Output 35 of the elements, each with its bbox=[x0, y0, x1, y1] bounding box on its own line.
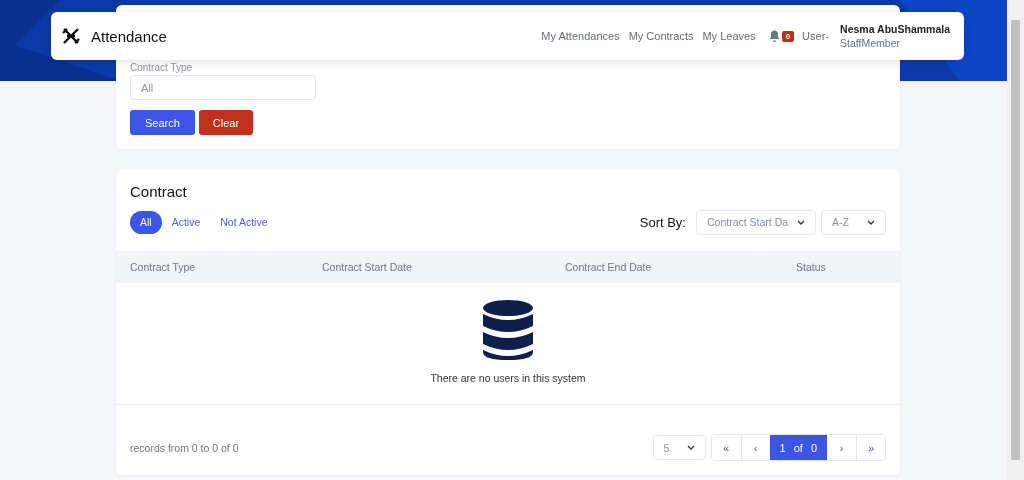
user-role: StaffMember bbox=[840, 37, 901, 49]
filter-tab[interactable]: All bbox=[130, 210, 162, 234]
chevron-down-icon bbox=[686, 445, 695, 450]
column-header: Contract End Date bbox=[565, 261, 653, 273]
contract-type-select[interactable]: All bbox=[130, 75, 316, 100]
sort-label: Sort By: bbox=[639, 214, 686, 230]
nav-link[interactable]: My Contracts bbox=[628, 30, 694, 42]
empty-message: There are no users in this system bbox=[430, 372, 586, 384]
chevron-down-icon bbox=[797, 219, 805, 225]
clear-button[interactable]: Clear bbox=[198, 110, 254, 135]
bell-icon[interactable] bbox=[768, 30, 780, 42]
page-size-select[interactable]: 5 bbox=[652, 435, 706, 460]
records-summary: records from 0 to 0 of 0 bbox=[130, 441, 239, 454]
notification-count: 0 bbox=[781, 30, 795, 42]
filter-tab[interactable]: Not Active bbox=[210, 210, 278, 234]
avatar-alt-text: User- bbox=[802, 30, 830, 42]
search-button[interactable]: Search bbox=[130, 110, 195, 135]
sort-field-select[interactable]: Contract Start Da bbox=[696, 209, 816, 235]
column-header: Contract Type bbox=[130, 261, 197, 273]
card-title: Contract bbox=[130, 183, 188, 200]
brand-title: Attendance bbox=[91, 27, 167, 45]
sort-order-select[interactable]: A-Z bbox=[821, 209, 886, 235]
last-page-button[interactable]: » bbox=[856, 435, 885, 460]
current-page: 1 of 0 bbox=[769, 435, 827, 460]
column-header: Contract Start Date bbox=[322, 261, 413, 273]
database-icon bbox=[483, 300, 533, 360]
user-name: Nesma AbuShammala bbox=[840, 23, 950, 35]
nav-link[interactable]: My Leaves bbox=[702, 30, 756, 42]
chevron-down-icon bbox=[867, 219, 875, 225]
nav-link[interactable]: My Attendances bbox=[541, 30, 620, 42]
field-label: Contract Type bbox=[130, 62, 193, 73]
logo-icon bbox=[61, 27, 81, 45]
filter-tab[interactable]: Active bbox=[161, 210, 211, 234]
column-header: Status bbox=[796, 261, 827, 273]
scrollbar-thumb[interactable] bbox=[1011, 20, 1020, 460]
